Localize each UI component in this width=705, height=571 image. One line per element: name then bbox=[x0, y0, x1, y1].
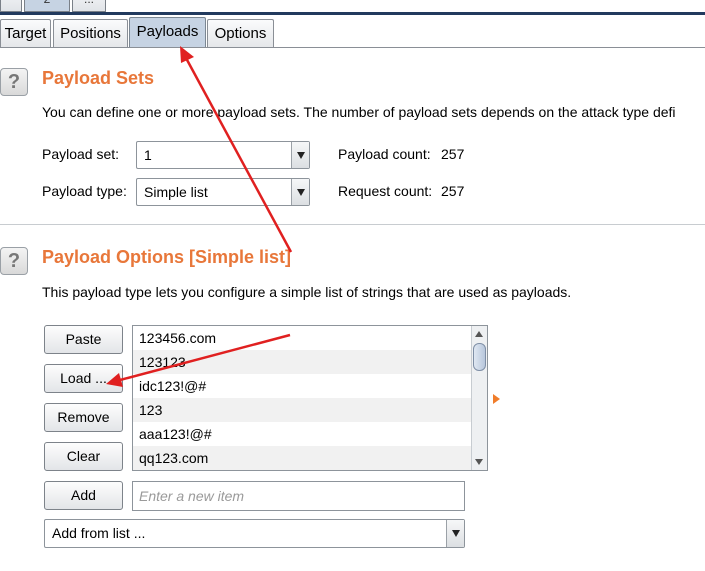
tab-options[interactable]: Options bbox=[207, 19, 274, 48]
help-icon[interactable]: ? bbox=[0, 247, 28, 275]
tab-payloads[interactable]: Payloads bbox=[129, 17, 206, 48]
payload-type-value: Simple list bbox=[144, 184, 208, 200]
add-button[interactable]: Add bbox=[44, 481, 123, 510]
list-item[interactable]: 123 bbox=[133, 398, 471, 422]
payload-options-description: This payload type lets you configure a s… bbox=[42, 284, 572, 300]
chevron-down-icon[interactable] bbox=[291, 179, 309, 205]
top-tab-1[interactable] bbox=[0, 0, 22, 12]
clear-button[interactable]: Clear bbox=[44, 442, 123, 471]
new-item-field[interactable] bbox=[132, 481, 465, 511]
list-item[interactable]: qq123.com bbox=[133, 446, 471, 470]
tab-options-label: Options bbox=[214, 25, 267, 42]
payload-set-select[interactable]: 1 bbox=[136, 141, 310, 169]
list-item[interactable]: idc123!@# bbox=[133, 374, 471, 398]
payload-set-label: Payload set: bbox=[42, 146, 120, 162]
new-item-input[interactable] bbox=[133, 482, 464, 510]
chevron-down-icon[interactable] bbox=[291, 142, 309, 168]
payload-sets-title: Payload Sets bbox=[42, 68, 155, 88]
payload-list[interactable]: 123456.com 123123 idc123!@# 123 aaa123!@… bbox=[132, 325, 488, 471]
intruder-tabs: Target Positions Payloads Options bbox=[0, 17, 705, 48]
scroll-up-icon[interactable] bbox=[475, 331, 483, 337]
section-divider bbox=[0, 224, 705, 225]
add-from-list-select[interactable]: Add from list ... bbox=[44, 519, 465, 548]
payload-type-select[interactable]: Simple list bbox=[136, 178, 310, 206]
tab-target-label: Target bbox=[4, 25, 47, 42]
list-item[interactable]: aaa123!@# bbox=[133, 422, 471, 446]
payload-sets-description: You can define one or more payload sets.… bbox=[42, 104, 676, 120]
expand-arrow-icon[interactable] bbox=[493, 394, 500, 404]
arrow-head-icon bbox=[180, 46, 194, 63]
request-count-value: 257 bbox=[441, 183, 465, 199]
top-tab-2-label: 2 bbox=[44, 0, 51, 6]
payload-set-value: 1 bbox=[144, 147, 152, 163]
list-scrollbar[interactable] bbox=[471, 326, 487, 470]
add-from-list-value: Add from list ... bbox=[52, 525, 146, 541]
load-button[interactable]: Load ... bbox=[44, 364, 123, 393]
payload-count-label: Payload count: bbox=[338, 146, 431, 162]
list-item[interactable]: 123123 bbox=[133, 350, 471, 374]
scroll-down-icon[interactable] bbox=[475, 459, 483, 465]
tab-payloads-label: Payloads bbox=[136, 23, 199, 40]
tab-baseline bbox=[0, 47, 705, 48]
payload-type-label: Payload type: bbox=[42, 183, 127, 199]
tab-target[interactable]: Target bbox=[0, 19, 51, 48]
request-count-label: Request count: bbox=[338, 183, 433, 199]
top-tab-more-label: ... bbox=[84, 0, 94, 6]
top-tab-more[interactable]: ... bbox=[72, 0, 106, 12]
tab-positions[interactable]: Positions bbox=[53, 19, 128, 48]
help-icon-glyph: ? bbox=[7, 250, 21, 272]
list-item[interactable]: 123456.com bbox=[133, 326, 471, 350]
paste-button[interactable]: Paste bbox=[44, 325, 123, 354]
help-icon-glyph: ? bbox=[7, 71, 21, 93]
remove-button[interactable]: Remove bbox=[44, 403, 123, 432]
top-tab-2[interactable]: 2 bbox=[24, 0, 70, 12]
tab-positions-label: Positions bbox=[60, 25, 121, 42]
payload-options-title: Payload Options [Simple list] bbox=[42, 247, 292, 267]
scroll-thumb[interactable] bbox=[473, 343, 486, 371]
payload-count-value: 257 bbox=[441, 146, 465, 162]
help-icon[interactable]: ? bbox=[0, 68, 28, 96]
top-tab-rule bbox=[0, 12, 705, 15]
chevron-down-icon[interactable] bbox=[446, 520, 464, 547]
